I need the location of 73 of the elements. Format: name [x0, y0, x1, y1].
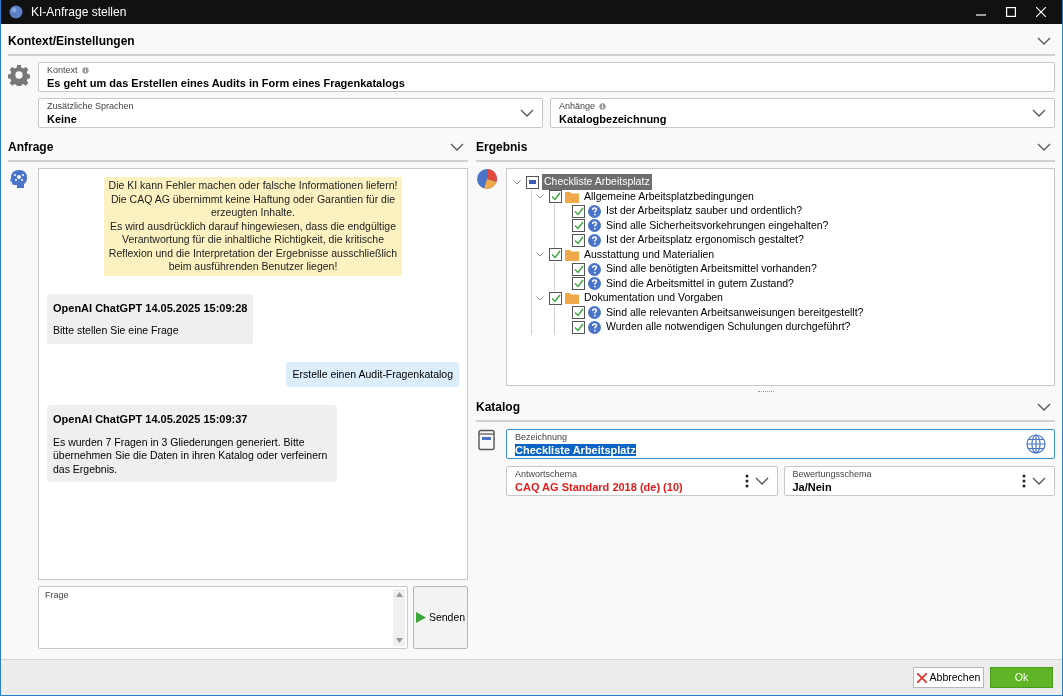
- checkbox[interactable]: [549, 248, 562, 262]
- checkbox[interactable]: [572, 320, 585, 334]
- more-icon[interactable]: [744, 474, 749, 488]
- checkbox[interactable]: [572, 277, 585, 291]
- checkbox[interactable]: [572, 219, 585, 233]
- chevron-down-icon[interactable]: [450, 143, 464, 151]
- text-field[interactable]: Bezeichnung Checkliste Arbeitsplatz: [506, 429, 1055, 459]
- close-icon[interactable]: [1036, 7, 1046, 17]
- info-icon: [81, 66, 89, 74]
- checkbox[interactable]: [572, 204, 585, 218]
- question-icon: [588, 233, 601, 247]
- chevron-down-icon[interactable]: [1032, 477, 1046, 485]
- close-icon: [916, 672, 927, 683]
- tree-item[interactable]: Sind alle benötigten Arbeitsmittel vorhanden?: [604, 261, 819, 278]
- checkbox[interactable]: [549, 291, 562, 305]
- tree-item[interactable]: Ist der Arbeitsplatz sauber und ordentlich?: [604, 203, 805, 220]
- pie-chart-icon: [476, 168, 498, 190]
- tree-item[interactable]: Ist der Arbeitsplatz ergonomisch gestaltet?: [604, 232, 806, 249]
- question-icon: [588, 204, 601, 218]
- splitter-handle[interactable]: [757, 391, 774, 393]
- chevron-down-icon[interactable]: [754, 477, 769, 485]
- window-title: KI-Anfrage stellen: [31, 4, 127, 21]
- disclaimer-notice: Die KI kann Fehler machen oder falsche Informationen liefern! Die CAQ AG übernimmt keine Haftung oder Garantien für die erzeugten Inhalte. Es wird ausdrücklich darauf hingewiesen, dass die endgültige Verantwortung für die inhaltliche Richtigkeit, die kritische Reflexion und die Interpretation der Ergebnisse ausschließlich beim ausführenden Benutzer liegen!: [104, 177, 402, 276]
- question-icon: [588, 320, 601, 334]
- chevron-down-icon[interactable]: [1037, 143, 1051, 151]
- message-header: OpenAI ChatGPT 14.05.2025 15:09:37: [53, 412, 249, 428]
- checkbox[interactable]: [572, 233, 585, 247]
- more-icon[interactable]: [1022, 474, 1026, 488]
- section-title: Kontext/Einstellungen: [8, 33, 135, 50]
- globe-icon[interactable]: [1026, 434, 1046, 454]
- catalog-icon: [476, 429, 498, 451]
- ai-head-icon: [8, 168, 30, 190]
- section-title: Anfrage: [8, 139, 54, 156]
- question-icon: [588, 262, 601, 276]
- chevron-down-icon[interactable]: [1032, 109, 1046, 117]
- message-text: Bitte stellen Sie eine Frage: [53, 324, 180, 338]
- section-title: Ergebnis: [476, 139, 528, 156]
- send-button[interactable]: Senden: [413, 586, 468, 649]
- tree-item[interactable]: Allgemeine Arbeitsplatzbedingungen: [582, 188, 756, 205]
- tree-item[interactable]: Ausstattung und Materialien: [582, 246, 717, 263]
- text-field[interactable]: Kontext Es geht um das Erstellen eines Audits in Form eines Fragenkatalogs: [38, 62, 1055, 92]
- cancel-button[interactable]: Abbrechen: [913, 667, 984, 688]
- tree-item[interactable]: Sind die Arbeitsmittel in gutem Zustand?: [604, 275, 796, 292]
- maximize-icon[interactable]: [1006, 7, 1016, 17]
- chevron-down-icon[interactable]: [1037, 403, 1051, 411]
- dropdown-field[interactable]: Anhänge Katalogbezeichnung: [550, 98, 1055, 128]
- question-icon: [588, 277, 601, 291]
- tree-item[interactable]: Checkliste Arbeitsplatz: [542, 174, 652, 191]
- info-icon: [599, 102, 607, 110]
- question-icon: [588, 219, 601, 233]
- settings-icon: [8, 64, 30, 86]
- checkbox[interactable]: [549, 190, 562, 204]
- tree-item[interactable]: Sind alle Sicherheitsvorkehrungen eingehalten?: [604, 217, 831, 234]
- folder-icon: [565, 248, 579, 261]
- question-icon: [588, 306, 601, 320]
- message-text: Es wurden 7 Fragen in 3 Gliederungen generiert. Bitte übernehmen Sie die Daten in ihren Katalog oder verfeinern das Ergebnis.: [53, 435, 329, 477]
- checkbox[interactable]: [572, 262, 585, 276]
- play-icon: [415, 612, 426, 623]
- dropdown-field[interactable]: Bewertungsschema Ja/Nein: [783, 466, 1055, 496]
- user-message: Erstelle einen Audit-Fragenkatalog: [286, 361, 459, 388]
- app-icon: [9, 5, 23, 19]
- dropdown-field[interactable]: Antwortschema CAQ AG Standard 2018 (de) (10): [506, 466, 778, 496]
- chevron-down-icon[interactable]: [520, 109, 534, 117]
- dropdown-field[interactable]: Zusätzliche Sprachen Keine: [38, 98, 543, 128]
- message-header: OpenAI ChatGPT 14.05.2025 15:09:28: [53, 300, 248, 316]
- checkbox[interactable]: [572, 306, 585, 320]
- chevron-down-icon[interactable]: [1037, 37, 1051, 45]
- section-title: Katalog: [476, 399, 520, 416]
- checkbox[interactable]: [526, 175, 539, 189]
- tree-item[interactable]: Wurden alle notwendigen Schulungen durchgeführt?: [604, 319, 853, 336]
- tree-item[interactable]: Sind alle relevanten Arbeitsanweisungen bereitgestellt?: [604, 304, 866, 321]
- tree-item[interactable]: Dokumentation und Vorgaben: [582, 290, 725, 307]
- folder-icon: [565, 292, 579, 305]
